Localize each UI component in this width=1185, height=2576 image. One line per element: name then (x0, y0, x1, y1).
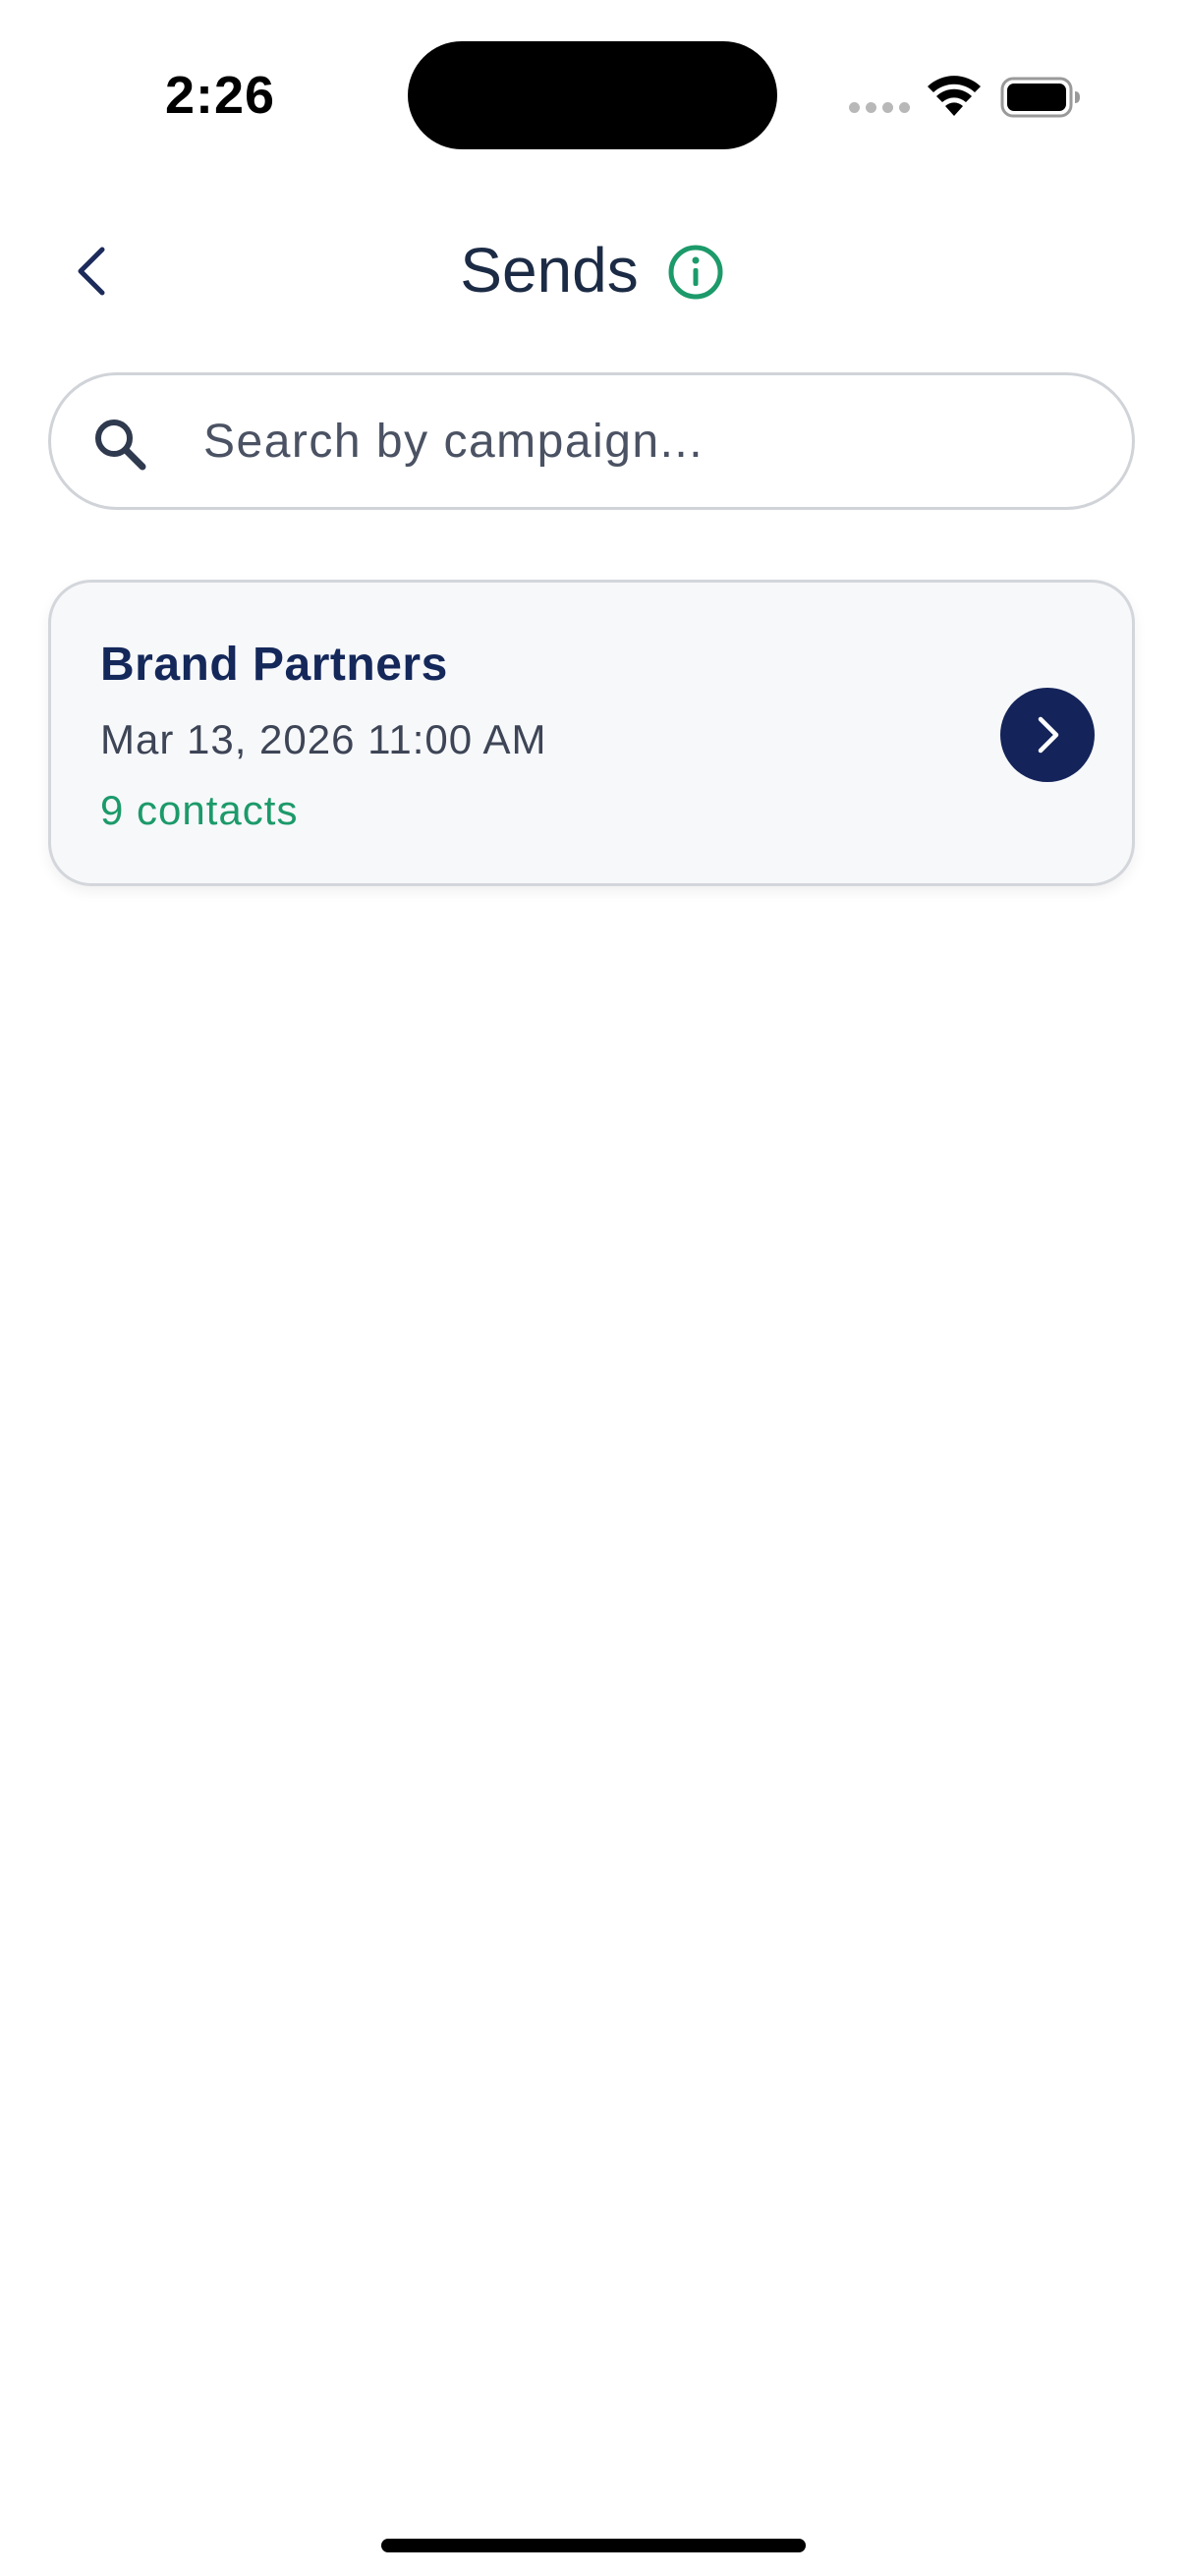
campaign-name: Brand Partners (100, 639, 448, 691)
status-bar: 2:26 (0, 0, 1185, 196)
battery-icon (1000, 77, 1080, 118)
header: Sends (0, 216, 1185, 324)
wifi-icon (928, 76, 981, 116)
search-input[interactable] (203, 395, 1088, 487)
status-time: 2:26 (165, 66, 276, 125)
page-title: Sends (460, 235, 639, 306)
title-group: Sends (0, 216, 1185, 324)
home-indicator (381, 2539, 806, 2552)
cellular-signal-icon (849, 102, 910, 113)
info-button[interactable] (666, 243, 725, 302)
contacts-count: 9 contacts (100, 787, 299, 833)
info-circle-icon (668, 245, 723, 300)
send-date: Mar 13, 2026 11:00 AM (100, 716, 547, 762)
open-send-button[interactable] (1000, 688, 1095, 782)
send-card[interactable]: Brand Partners Mar 13, 2026 11:00 AM 9 c… (48, 580, 1135, 886)
dynamic-island (408, 41, 777, 149)
chevron-right-icon (1038, 716, 1059, 754)
search-icon (95, 420, 146, 471)
search-bar (48, 372, 1135, 510)
